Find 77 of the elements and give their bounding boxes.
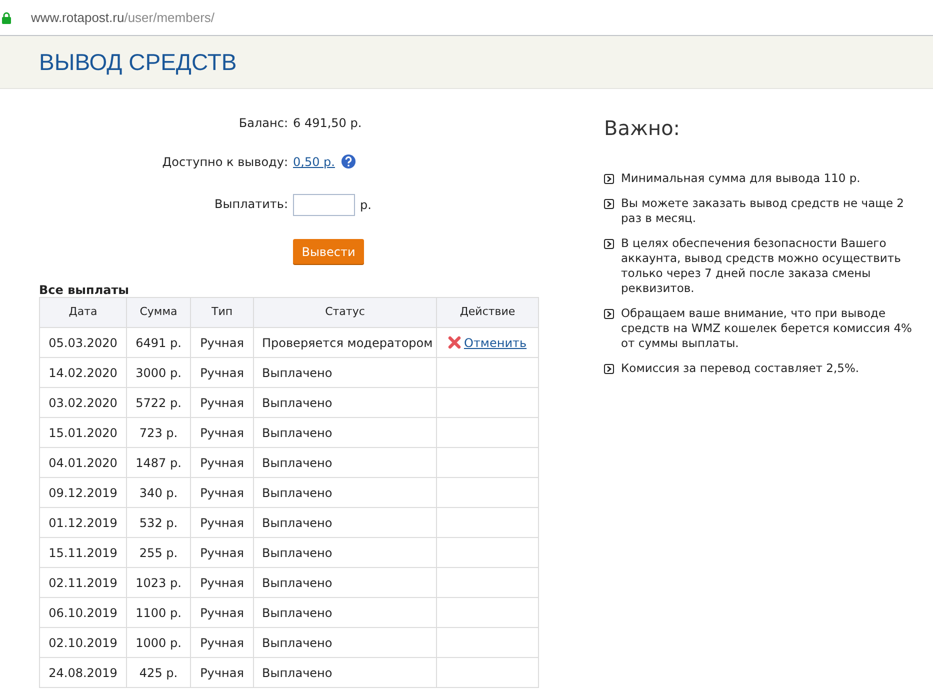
note-text: В целях обеспечения безопасности Вашего аккаунта, вывод средств можно осуществить только через 7 дней после заказа смены реквизитов. [621, 236, 902, 296]
type-cell: Ручная [190, 478, 254, 508]
status-cell: Выплачено [254, 448, 436, 478]
sum-cell: 1023 р. [126, 568, 190, 598]
available-link[interactable]: 0,50 р. [293, 154, 335, 170]
balance-value: 6 491,50 р. [293, 115, 363, 132]
column-header: Действие [436, 298, 538, 328]
important-title: Важно: [604, 115, 682, 142]
sum-cell: 340 р. [126, 478, 190, 508]
status-cell: Выплачено [254, 388, 436, 418]
type-cell: Ручная [190, 388, 254, 418]
status-cell: Выплачено [254, 478, 436, 508]
status-cell: Выплачено [254, 628, 436, 658]
note-text: Минимальная сумма для вывода 110 р. [621, 171, 860, 186]
url-text[interactable]: www.rotapost.ru/user/members/ [31, 8, 215, 28]
lock-icon [2, 12, 11, 24]
date-cell: 03.02.2020 [40, 388, 126, 418]
sum-cell: 723 р. [126, 418, 190, 448]
sum-cell: 1100 р. [126, 598, 190, 628]
status-cell: Выплачено [254, 508, 436, 538]
date-cell: 05.03.2020 [40, 328, 126, 358]
type-cell: Ручная [190, 628, 254, 658]
help-icon[interactable] [340, 154, 356, 169]
arrow-box-icon [604, 199, 614, 209]
table-title: Все выплаты [39, 283, 130, 297]
sum-cell: 6491 р. [126, 328, 190, 358]
status-cell: Выплачено [254, 538, 436, 568]
arrow-box-icon [604, 364, 614, 374]
amount-field[interactable] [293, 194, 355, 216]
date-cell: 02.11.2019 [40, 568, 126, 598]
note-text: Обращаем ваше внимание, что при выводе средств на WMZ кошелек берется комиссия 4% от суммы выплаты. [621, 306, 913, 351]
type-cell: Ручная [190, 568, 254, 598]
column-header: Тип [190, 298, 254, 328]
column-header: Статус [254, 298, 436, 328]
pay-label: Выплатить: [214, 196, 288, 212]
date-cell: 04.01.2020 [40, 448, 126, 478]
type-cell: Ручная [190, 658, 254, 688]
sum-cell: 532 р. [126, 508, 190, 538]
status-cell: Выплачено [254, 658, 436, 688]
date-cell: 09.12.2019 [40, 478, 126, 508]
sum-cell: 5722 р. [126, 388, 190, 418]
type-cell: Ручная [190, 598, 254, 628]
status-cell: Выплачено [254, 418, 436, 448]
type-cell: Ручная [190, 538, 254, 568]
type-cell: Ручная [190, 508, 254, 538]
date-cell: 06.10.2019 [40, 598, 126, 628]
status-cell: Выплачено [254, 358, 436, 388]
type-cell: Ручная [190, 418, 254, 448]
sum-cell: 3000 р. [126, 358, 190, 388]
date-cell: 01.12.2019 [40, 508, 126, 538]
page-title: ВЫВОД СРЕДСТВ [39, 48, 237, 77]
arrow-box-icon [604, 239, 614, 249]
status-cell: Выплачено [254, 568, 436, 598]
date-cell: 24.08.2019 [40, 658, 126, 688]
status-cell: Проверяется модератором [254, 328, 436, 358]
arrow-box-icon [604, 309, 614, 319]
note-text: Комиссия за перевод составляет 2,5%. [621, 361, 860, 376]
column-header: Сумма [126, 298, 190, 328]
date-cell: 15.01.2020 [40, 418, 126, 448]
status-cell: Выплачено [254, 598, 436, 628]
note-text: Вы можете заказать вывод средств не чаще 2 раз в месяц. [621, 196, 906, 226]
type-cell: Ручная [190, 358, 254, 388]
available-label: Доступно к выводу: [161, 154, 288, 171]
sum-cell: 1487 р. [126, 448, 190, 478]
currency-text: р. [360, 197, 372, 214]
sum-cell: 425 р. [126, 658, 190, 688]
cross-icon [448, 336, 461, 349]
type-cell: Ручная [190, 448, 254, 478]
arrow-box-icon [604, 174, 614, 184]
sum-cell: 1000 р. [126, 628, 190, 658]
date-cell: 15.11.2019 [40, 538, 126, 568]
date-cell: 02.10.2019 [40, 628, 126, 658]
sum-cell: 255 р. [126, 538, 190, 568]
date-cell: 14.02.2020 [40, 358, 126, 388]
column-header: Дата [40, 298, 126, 328]
balance-label: Баланс: [238, 115, 288, 132]
type-cell: Ручная [190, 328, 254, 358]
